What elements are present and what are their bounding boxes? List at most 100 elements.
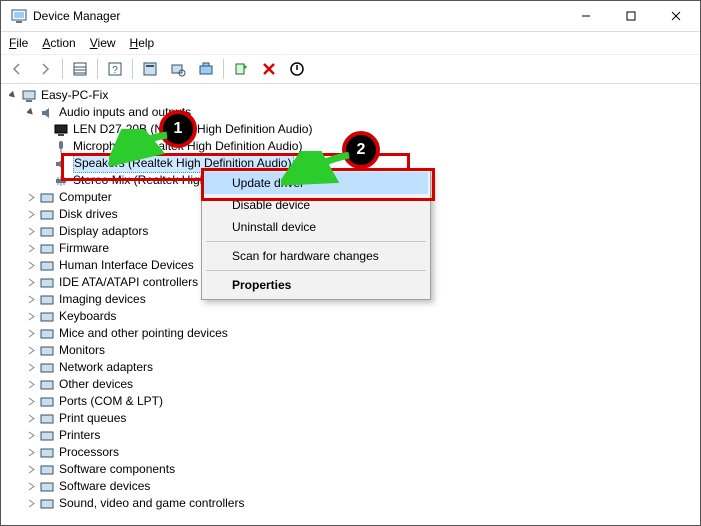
expand-icon[interactable] bbox=[25, 464, 37, 476]
tree-label: Easy-PC-Fix bbox=[41, 87, 108, 104]
tree-root[interactable]: Easy-PC-Fix bbox=[1, 87, 700, 104]
expand-icon[interactable] bbox=[25, 294, 37, 306]
expand-icon[interactable] bbox=[25, 192, 37, 204]
window-title: Device Manager bbox=[33, 9, 120, 23]
category-icon bbox=[39, 462, 55, 478]
enable-device-button[interactable] bbox=[228, 56, 254, 82]
properties-button[interactable] bbox=[137, 56, 163, 82]
tree-category[interactable]: Processors bbox=[1, 444, 700, 461]
tree-label: Monitors bbox=[59, 342, 105, 359]
context-label: Properties bbox=[232, 278, 291, 292]
speaker-icon bbox=[39, 105, 55, 121]
tree-label: Computer bbox=[59, 189, 112, 206]
tree-category[interactable]: Monitors bbox=[1, 342, 700, 359]
context-properties[interactable]: Properties bbox=[204, 274, 428, 296]
tree-label: Ports (COM & LPT) bbox=[59, 393, 163, 410]
tree-category[interactable]: Keyboards bbox=[1, 308, 700, 325]
tree-category[interactable]: Software components bbox=[1, 461, 700, 478]
expand-icon[interactable] bbox=[25, 345, 37, 357]
tree-category-audio[interactable]: Audio inputs and outputs bbox=[1, 104, 700, 121]
context-uninstall-device[interactable]: Uninstall device bbox=[204, 216, 428, 238]
tree-category[interactable]: Software devices bbox=[1, 478, 700, 495]
tree-label: IDE ATA/ATAPI controllers bbox=[59, 274, 198, 291]
tree-item[interactable]: Microphone (Realtek High Definition Audi… bbox=[1, 138, 700, 155]
tree-category[interactable]: Other devices bbox=[1, 376, 700, 393]
tree-category[interactable]: Printers bbox=[1, 427, 700, 444]
maximize-button[interactable] bbox=[608, 1, 653, 31]
expand-icon[interactable] bbox=[25, 413, 37, 425]
disable-device-button[interactable] bbox=[284, 56, 310, 82]
expand-icon[interactable] bbox=[25, 243, 37, 255]
context-menu: Update driver Disable device Uninstall d… bbox=[201, 168, 431, 300]
category-icon bbox=[39, 292, 55, 308]
category-icon bbox=[39, 394, 55, 410]
category-icon bbox=[39, 428, 55, 444]
category-icon bbox=[39, 241, 55, 257]
app-icon bbox=[11, 8, 27, 24]
tree-label: Audio inputs and outputs bbox=[59, 104, 191, 121]
context-label: Scan for hardware changes bbox=[232, 249, 379, 263]
context-separator bbox=[206, 241, 426, 242]
tree-category[interactable]: Mice and other pointing devices bbox=[1, 325, 700, 342]
expand-icon[interactable] bbox=[25, 209, 37, 221]
tree-category[interactable]: Print queues bbox=[1, 410, 700, 427]
category-icon bbox=[39, 479, 55, 495]
category-icon bbox=[39, 377, 55, 393]
menu-view[interactable]: View bbox=[90, 36, 116, 50]
tree-label: LEN D27-20B (NVIDIA High Definition Audi… bbox=[73, 121, 312, 138]
tree-label: Human Interface Devices bbox=[59, 257, 194, 274]
expand-icon[interactable] bbox=[25, 379, 37, 391]
toolbar: ? bbox=[1, 55, 700, 84]
expand-icon[interactable] bbox=[25, 226, 37, 238]
back-button[interactable] bbox=[4, 56, 30, 82]
expand-icon[interactable] bbox=[25, 328, 37, 340]
context-disable-device[interactable]: Disable device bbox=[204, 194, 428, 216]
device-manager-window: Device Manager File Action View Help ? bbox=[0, 0, 701, 526]
tree-label: Software components bbox=[59, 461, 175, 478]
expand-icon[interactable] bbox=[25, 396, 37, 408]
menubar: File Action View Help bbox=[1, 32, 700, 55]
category-icon bbox=[39, 207, 55, 223]
collapse-icon[interactable] bbox=[25, 107, 37, 119]
expand-icon[interactable] bbox=[25, 260, 37, 272]
category-icon bbox=[39, 360, 55, 376]
computer-icon bbox=[21, 88, 37, 104]
close-button[interactable] bbox=[653, 1, 698, 31]
tree-item[interactable]: LEN D27-20B (NVIDIA High Definition Audi… bbox=[1, 121, 700, 138]
tree-label: Keyboards bbox=[59, 308, 116, 325]
menu-file[interactable]: File bbox=[9, 36, 28, 50]
tree-label: Other devices bbox=[59, 376, 133, 393]
context-label: Disable device bbox=[232, 198, 310, 212]
tree-category[interactable]: Network adapters bbox=[1, 359, 700, 376]
uninstall-device-button[interactable] bbox=[256, 56, 282, 82]
expand-icon[interactable] bbox=[25, 362, 37, 374]
expand-icon[interactable] bbox=[25, 430, 37, 442]
context-separator bbox=[206, 270, 426, 271]
scan-hardware-button[interactable] bbox=[165, 56, 191, 82]
tree-label: Disk drives bbox=[59, 206, 118, 223]
context-update-driver[interactable]: Update driver bbox=[204, 172, 428, 194]
help-button[interactable]: ? bbox=[102, 56, 128, 82]
expand-icon[interactable] bbox=[25, 498, 37, 510]
expand-icon[interactable] bbox=[25, 447, 37, 459]
update-driver-button[interactable] bbox=[193, 56, 219, 82]
menu-help[interactable]: Help bbox=[130, 36, 155, 50]
context-scan-hardware[interactable]: Scan for hardware changes bbox=[204, 245, 428, 267]
device-tree[interactable]: Easy-PC-Fix Audio inputs and outputs LEN… bbox=[1, 83, 700, 525]
expand-icon[interactable] bbox=[25, 481, 37, 493]
expand-icon[interactable] bbox=[7, 90, 19, 102]
minimize-button[interactable] bbox=[563, 1, 608, 31]
category-icon bbox=[39, 496, 55, 512]
expand-icon[interactable] bbox=[25, 277, 37, 289]
expand-icon[interactable] bbox=[25, 311, 37, 323]
tree-label: Mice and other pointing devices bbox=[59, 325, 228, 342]
show-hide-tree-button[interactable] bbox=[67, 56, 93, 82]
tree-category[interactable]: Ports (COM & LPT) bbox=[1, 393, 700, 410]
tree-category[interactable]: Sound, video and game controllers bbox=[1, 495, 700, 512]
context-label: Update driver bbox=[232, 176, 304, 190]
tree-label: Processors bbox=[59, 444, 119, 461]
forward-button[interactable] bbox=[32, 56, 58, 82]
category-icon bbox=[39, 326, 55, 342]
menu-action[interactable]: Action bbox=[42, 36, 75, 50]
tree-label: Firmware bbox=[59, 240, 109, 257]
